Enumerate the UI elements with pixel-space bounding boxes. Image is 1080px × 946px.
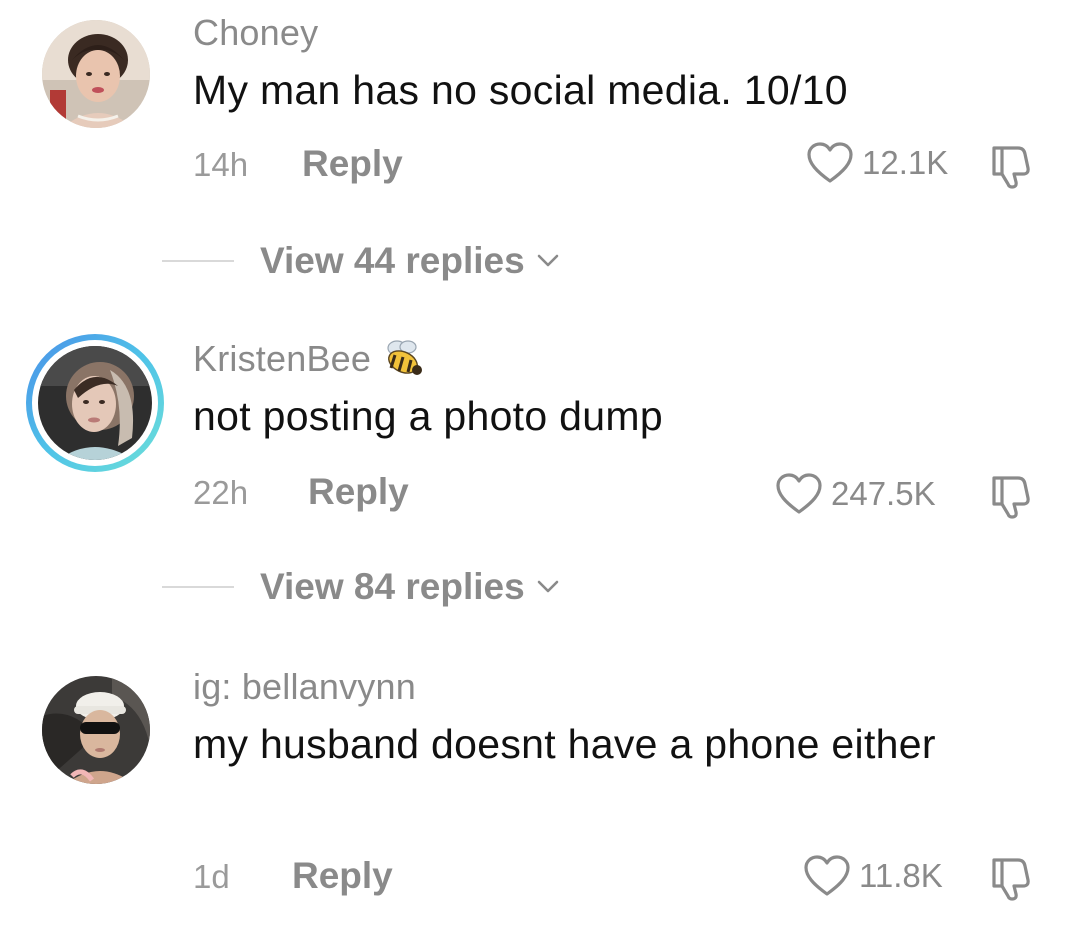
divider-line bbox=[162, 260, 234, 262]
reply-button[interactable]: Reply bbox=[308, 471, 409, 513]
view-replies-label: View 84 replies bbox=[260, 566, 525, 607]
like-count: 12.1K bbox=[862, 144, 949, 181]
heart-outline-icon bbox=[776, 473, 822, 514]
dislike-button[interactable] bbox=[988, 472, 1034, 520]
comment-username[interactable]: Choney bbox=[193, 12, 318, 54]
like-button[interactable]: 12.1K bbox=[806, 141, 948, 185]
heart-outline-icon bbox=[804, 855, 850, 896]
comment-item: ig: bellanvynn my husband doesnt have a … bbox=[0, 660, 1080, 946]
thumbs-down-outline-icon bbox=[992, 858, 1030, 901]
story-ring[interactable] bbox=[26, 334, 164, 472]
chevron-down-icon bbox=[537, 580, 558, 593]
like-button[interactable]: 11.8K bbox=[803, 854, 943, 898]
heart-outline-icon bbox=[807, 142, 853, 183]
view-replies-button[interactable]: View 84 replies bbox=[162, 566, 559, 608]
comment-text: My man has no social media. 10/10 bbox=[193, 67, 848, 113]
reply-button[interactable]: Reply bbox=[292, 855, 393, 897]
comment-item: KristenBee not posting a photo dump 22h … bbox=[0, 320, 1080, 630]
comment-username-text: KristenBee bbox=[193, 338, 372, 379]
thumbs-down-outline-icon bbox=[992, 476, 1030, 519]
comment-timestamp: 1d bbox=[193, 858, 230, 895]
like-count: 11.8K bbox=[859, 857, 943, 894]
like-button[interactable]: 247.5K bbox=[775, 472, 936, 516]
comment-text: not posting a photo dump bbox=[193, 393, 663, 439]
dislike-button[interactable] bbox=[988, 142, 1034, 190]
view-replies-label: View 44 replies bbox=[260, 240, 525, 281]
comment-timestamp: 22h bbox=[193, 474, 249, 511]
divider-line bbox=[162, 586, 234, 588]
thumbs-down-outline-icon bbox=[992, 146, 1030, 189]
comment-timestamp: 14h bbox=[193, 146, 249, 183]
like-count: 247.5K bbox=[831, 475, 936, 512]
comment-item: Choney My man has no social media. 10/10… bbox=[0, 0, 1080, 300]
avatar[interactable] bbox=[42, 676, 150, 784]
comment-username[interactable]: KristenBee bbox=[193, 338, 427, 380]
comment-username[interactable]: ig: bellanvynn bbox=[193, 666, 416, 708]
reply-button[interactable]: Reply bbox=[302, 143, 403, 185]
avatar-image bbox=[38, 346, 152, 460]
view-replies-button[interactable]: View 44 replies bbox=[162, 240, 559, 282]
dislike-button[interactable] bbox=[988, 854, 1034, 902]
avatar-image bbox=[42, 676, 150, 784]
comment-text: my husband doesnt have a phone either bbox=[193, 721, 936, 767]
avatar-image bbox=[42, 20, 150, 128]
bee-icon bbox=[387, 340, 423, 376]
avatar bbox=[38, 346, 152, 460]
avatar[interactable] bbox=[42, 20, 150, 128]
chevron-down-icon bbox=[537, 254, 558, 267]
